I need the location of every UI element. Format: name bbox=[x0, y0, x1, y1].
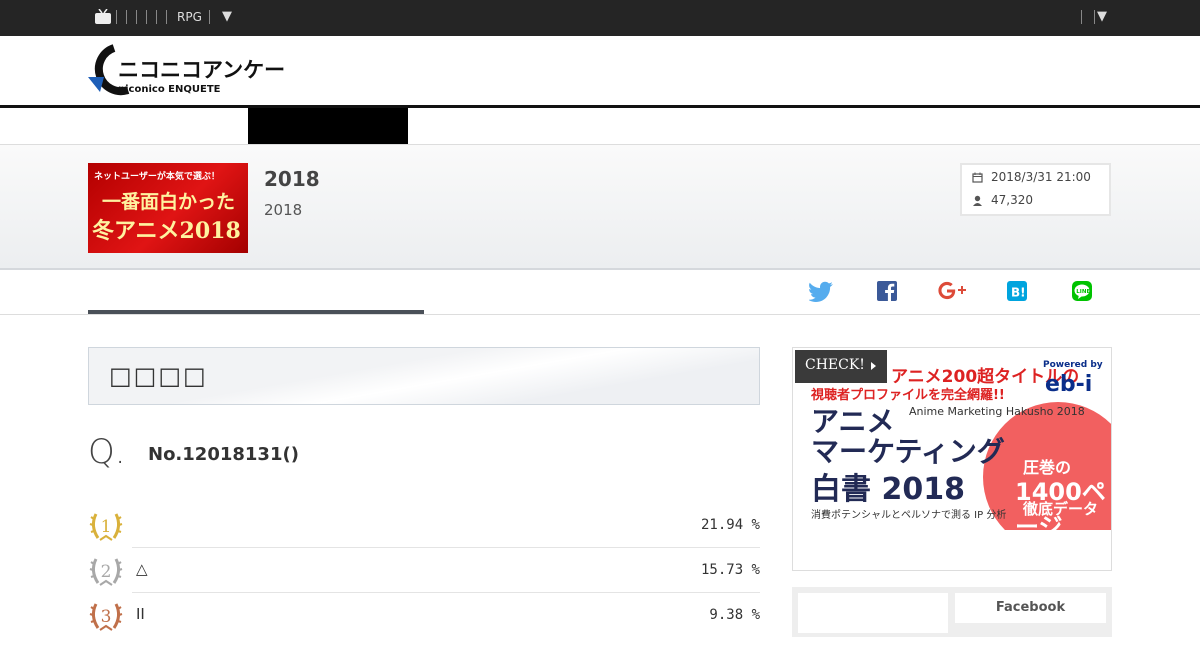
separator bbox=[116, 10, 117, 24]
thumbnail-caption: ネットユーザーが本気で選ぶ！ bbox=[94, 172, 220, 182]
survey-title: 2018 bbox=[264, 167, 320, 191]
separator bbox=[1081, 10, 1082, 24]
ad-check-text: CHECK! bbox=[805, 357, 865, 373]
ad-check-label[interactable]: CHECK! bbox=[795, 350, 887, 383]
tab-facebook[interactable]: Facebook bbox=[955, 593, 1106, 623]
separator bbox=[136, 10, 137, 24]
facebook-icon[interactable] bbox=[874, 278, 900, 304]
svg-text:LINE: LINE bbox=[1076, 289, 1090, 295]
share-bar: B! LINE bbox=[0, 270, 1200, 315]
google-plus-icon[interactable] bbox=[937, 278, 969, 304]
survey-meta-box: 2018/3/31 21:00 47,320 bbox=[960, 163, 1111, 216]
separator bbox=[1094, 10, 1095, 24]
separator bbox=[209, 10, 210, 24]
main-nav bbox=[0, 108, 1200, 144]
active-tab-underline bbox=[88, 310, 424, 314]
survey-date-row: 2018/3/31 21:00 bbox=[972, 170, 1091, 184]
hatena-bookmark-icon[interactable]: B! bbox=[1004, 278, 1030, 304]
result-label: △ bbox=[136, 560, 148, 578]
separator bbox=[156, 10, 157, 24]
svg-text:B!: B! bbox=[1011, 286, 1026, 300]
result-row[interactable]: 1 21.94 % bbox=[88, 510, 760, 555]
site-header: ニコニコアンケート niconico ENQUETE bbox=[0, 36, 1200, 108]
twitter-icon[interactable] bbox=[809, 278, 835, 304]
play-arrow-icon bbox=[871, 362, 876, 370]
topbar-dropdown-left[interactable]: ▼ bbox=[222, 9, 232, 24]
respondent-count: 47,320 bbox=[991, 193, 1033, 207]
ad-brand-logo: eb-i bbox=[1045, 372, 1093, 397]
results-section-heading: □□□□ bbox=[88, 347, 760, 405]
rank-3-laurel-icon: 3 bbox=[89, 603, 123, 631]
thumbnail-title-line2: 冬アニメ2018 bbox=[92, 218, 241, 244]
result-percent: 9.38 % bbox=[709, 607, 760, 623]
rank-number: 2 bbox=[101, 562, 112, 582]
separator bbox=[146, 10, 147, 24]
row-divider bbox=[132, 547, 760, 548]
widget-pane bbox=[798, 593, 948, 633]
survey-subtitle: 2018 bbox=[264, 201, 303, 219]
question-title: No.12018131() bbox=[148, 444, 299, 465]
ad-powered-by: Powered by bbox=[1043, 360, 1103, 370]
ad-english-title: Anime Marketing Hakusho 2018 bbox=[909, 405, 1085, 418]
user-icon bbox=[973, 195, 982, 206]
result-label: II bbox=[136, 605, 145, 623]
results-section-title: □□□□ bbox=[109, 362, 208, 390]
ad-caption: 消費ポテンシャルとペルソナで測る IP 分析 bbox=[811, 510, 1007, 521]
nav-tab-active[interactable] bbox=[248, 108, 408, 144]
thumbnail-title-line1: 一番面白かった bbox=[102, 191, 236, 213]
ad-title-line3: 白書 2018 bbox=[811, 472, 965, 507]
survey-thumbnail[interactable]: ネットユーザーが本気で選ぶ！ 一番面白かった 冬アニメ2018 bbox=[88, 163, 248, 253]
survey-header: ネットユーザーが本気で選ぶ！ 一番面白かった 冬アニメ2018 2018 201… bbox=[0, 144, 1200, 270]
niconico-enquete-logo[interactable]: ニコニコアンケート niconico ENQUETE bbox=[88, 44, 290, 98]
topbar-menu-separators bbox=[116, 10, 167, 24]
survey-date: 2018/3/31 21:00 bbox=[991, 170, 1091, 184]
separator bbox=[126, 10, 127, 24]
result-row[interactable]: 3 II 9.38 % bbox=[88, 600, 760, 645]
row-divider bbox=[132, 592, 760, 593]
topbar-link-rpg[interactable]: RPG bbox=[177, 10, 202, 24]
top-bar: RPG ▼ ▼ bbox=[0, 0, 1200, 36]
rank-2-laurel-icon: 2 bbox=[89, 558, 123, 586]
sidebar-ad-banner[interactable]: CHECK! アニメ200超タイトルの 視聴者プロファイルを完全網羅!! Pow… bbox=[792, 347, 1112, 571]
calendar-icon bbox=[972, 172, 983, 183]
result-percent: 21.94 % bbox=[700, 517, 760, 533]
ad-badge-line3: 徹底データ bbox=[1023, 500, 1099, 518]
rank-1-laurel-icon: 1 bbox=[89, 513, 123, 541]
rank-number: 1 bbox=[101, 517, 112, 537]
logo-main-text: ニコニコアンケート bbox=[118, 58, 290, 82]
result-row[interactable]: 2 △ 15.73 % bbox=[88, 555, 760, 600]
rank-number: 3 bbox=[101, 607, 112, 627]
ad-image[interactable]: CHECK! アニメ200超タイトルの 視聴者プロファイルを完全網羅!! Pow… bbox=[795, 350, 1111, 530]
result-percent: 15.73 % bbox=[700, 562, 760, 578]
logo-sub-text: niconico ENQUETE bbox=[118, 84, 221, 95]
separator bbox=[166, 10, 167, 24]
question-mark: Q. bbox=[88, 432, 126, 472]
survey-respondents-row: 47,320 bbox=[972, 193, 1033, 207]
topbar-dropdown-right[interactable]: ▼ bbox=[1097, 9, 1107, 24]
tv-icon[interactable] bbox=[94, 9, 112, 25]
line-icon[interactable]: LINE bbox=[1069, 278, 1095, 304]
